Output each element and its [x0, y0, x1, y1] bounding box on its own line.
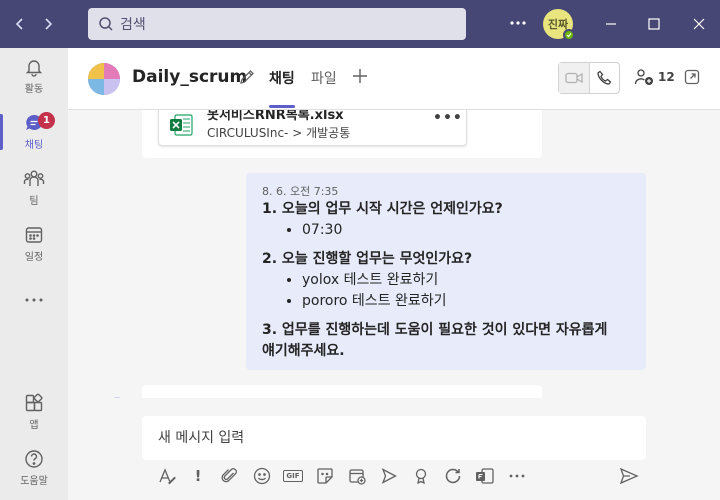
pop-out-icon[interactable] — [684, 69, 700, 89]
rail-item-calendar[interactable]: 일정 — [0, 218, 68, 270]
participants-button[interactable]: 12 — [634, 68, 675, 86]
sender-avatar[interactable] — [110, 397, 124, 398]
rail-item-label: 도움말 — [20, 476, 48, 487]
edit-pencil-icon[interactable] — [238, 68, 256, 90]
excel-file-icon — [170, 114, 193, 136]
answer-item: 07:30 — [302, 220, 630, 241]
attach-icon[interactable] — [219, 463, 241, 489]
format-icon[interactable] — [156, 463, 178, 489]
emoji-icon[interactable] — [251, 463, 273, 489]
help-icon — [25, 450, 43, 468]
rail-item-apps[interactable]: 앱 — [0, 386, 68, 438]
send-icon[interactable] — [618, 463, 640, 489]
call-button-group — [558, 62, 620, 94]
app-rail: 활동 1 채팅 팀 일정 앱 도움말 — [0, 48, 68, 500]
close-icon[interactable] — [689, 14, 709, 34]
rail-item-label: 팀 — [29, 196, 39, 207]
apps-icon — [25, 393, 43, 412]
tab-files[interactable]: 파일 — [311, 68, 337, 88]
chevron-right-icon: > — [292, 126, 307, 140]
rail-item-label: 활동 — [24, 84, 44, 95]
rail-item-teams[interactable]: 팀 — [0, 162, 68, 214]
answer-item: yolox 테스트 완료하기 — [302, 270, 630, 291]
tab-chat[interactable]: 채팅 — [269, 68, 295, 108]
compose-toolbar: ! GIF — [156, 463, 716, 489]
chat-header: Daily_scrum 채팅 파일 12 — [68, 48, 720, 110]
audio-call-icon[interactable] — [590, 63, 620, 93]
video-call-icon[interactable] — [559, 63, 590, 93]
search-bar[interactable]: 검색 — [88, 8, 466, 40]
more-actions-icon[interactable] — [506, 463, 528, 489]
file-attachment-card[interactable]: 못서비스RNR복록.xlsx CIRCULUSInc- > 개발공통 ••• — [158, 110, 467, 146]
teams-icon — [23, 170, 45, 186]
my-message-bubble[interactable]: 8. 6. 오전 7:35 1. 오늘의 업무 시작 시간은 언제인가요? 07… — [246, 173, 646, 370]
loop-icon[interactable] — [442, 463, 464, 489]
add-people-icon — [634, 69, 653, 85]
compose-box[interactable] — [142, 416, 646, 460]
rail-item-activity[interactable]: 활동 — [0, 50, 68, 102]
bell-icon — [25, 60, 43, 77]
rail-item-chat[interactable]: 1 채팅 — [0, 106, 68, 158]
minimize-icon[interactable] — [601, 14, 621, 34]
search-icon — [99, 17, 113, 31]
file-path-folder: 개발공통 — [306, 126, 351, 140]
search-placeholder: 검색 — [120, 17, 146, 33]
participants-count: 12 — [658, 70, 675, 84]
maximize-icon[interactable] — [644, 14, 664, 34]
file-name[interactable]: 못서비스RNR복록.xlsx — [207, 110, 344, 123]
presence-available-icon — [563, 29, 575, 41]
question-1: 1. 오늘의 업무 시작 시간은 언제인가요? — [262, 201, 503, 217]
more-options-icon[interactable] — [507, 12, 529, 34]
question-2: 2. 오늘 진행할 업무는 무엇인가요? — [262, 251, 473, 267]
forms-icon[interactable] — [474, 463, 496, 489]
rail-item-more[interactable] — [0, 274, 68, 326]
question-3-continued: 얘기해주세요. — [262, 343, 345, 359]
file-path-root: CIRCULUSInc- — [207, 126, 289, 140]
answer-item: pororo 테스트 완료하기 — [302, 291, 630, 312]
praise-icon[interactable] — [410, 463, 432, 489]
next-message-card — [142, 385, 542, 398]
unread-badge: 1 — [38, 112, 55, 129]
question-3: 3. 업무를 진행하는데 도움이 필요한 것이 있다면 자유롭게 — [262, 322, 608, 338]
rail-item-label: 채팅 — [24, 140, 44, 151]
back-arrow-icon[interactable] — [6, 10, 34, 38]
forward-arrow-icon[interactable] — [34, 10, 62, 38]
user-avatar[interactable]: 진짜 — [543, 9, 575, 41]
calendar-icon — [25, 227, 43, 243]
message-timestamp: 8. 6. 오전 7:35 — [262, 185, 339, 198]
title-bar: 검색 진짜 — [0, 0, 720, 48]
schedule-meeting-icon[interactable] — [346, 463, 368, 489]
chat-title[interactable]: Daily_scrum — [132, 67, 247, 87]
message-input[interactable] — [142, 416, 622, 460]
conversation-pane: 못서비스RNR복록.xlsx CIRCULUSInc- > 개발공통 ••• 8… — [68, 110, 720, 398]
more-icon — [25, 298, 43, 302]
rail-item-label: 일정 — [24, 252, 44, 263]
rail-item-help[interactable]: 도움말 — [0, 442, 68, 494]
file-more-options-icon[interactable]: ••• — [433, 110, 463, 126]
rail-item-label: 앱 — [29, 420, 39, 431]
add-tab-plus-icon[interactable] — [352, 68, 368, 88]
answer-list-2: yolox 테스트 완료하기 pororo 테스트 완료하기 — [262, 270, 630, 312]
stream-icon[interactable] — [378, 463, 400, 489]
important-icon[interactable]: ! — [187, 463, 209, 489]
group-avatar[interactable] — [88, 63, 120, 95]
gif-icon[interactable]: GIF — [282, 463, 304, 489]
file-path: CIRCULUSInc- > 개발공통 — [207, 124, 350, 141]
answer-list-1: 07:30 — [262, 220, 630, 241]
sticker-icon[interactable] — [314, 463, 336, 489]
